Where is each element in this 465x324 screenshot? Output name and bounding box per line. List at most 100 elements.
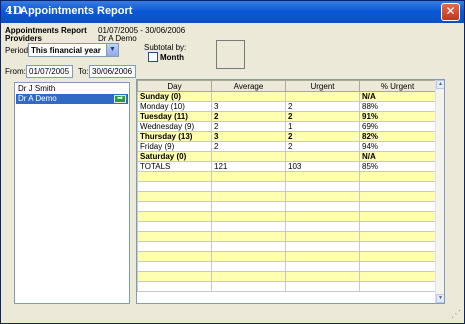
- resize-grip-icon[interactable]: ⋰: [451, 310, 461, 320]
- report-window: 4D Appointments Report ✕ Appointments Re…: [0, 0, 465, 324]
- table-row[interactable]: Wednesday (9) 2 1 69%: [137, 121, 436, 132]
- table-cell: 103: [285, 161, 360, 172]
- table-cell: 2: [285, 111, 360, 122]
- table-cell: [359, 171, 436, 182]
- table-cell: [137, 191, 212, 202]
- table-cell: 85%: [359, 161, 436, 172]
- scroll-up-icon[interactable]: ▲: [436, 80, 444, 89]
- empty-table-row[interactable]: [137, 271, 436, 282]
- table-cell: [359, 241, 436, 252]
- table-row[interactable]: Saturday (0) N/A: [137, 151, 436, 162]
- table-cell: 82%: [359, 131, 436, 142]
- provider-list[interactable]: Dr J Smith Dr A Demo ➡: [14, 82, 130, 304]
- empty-table-row[interactable]: [137, 231, 436, 242]
- table-cell: [211, 251, 286, 262]
- table-cell: Tuesday (11): [137, 111, 212, 122]
- provider-name: Dr J Smith: [18, 84, 56, 93]
- title-bar[interactable]: 4D Appointments Report ✕: [1, 1, 464, 23]
- app-logo-icon: 4D: [5, 4, 23, 17]
- subtotal-label: Subtotal by:: [144, 43, 187, 52]
- table-cell: [359, 211, 436, 222]
- table-cell: [285, 151, 360, 162]
- close-button[interactable]: ✕: [441, 3, 460, 21]
- provider-item-selected[interactable]: Dr A Demo ➡: [16, 94, 128, 104]
- table-cell: 2: [285, 101, 360, 112]
- table-cell: [211, 201, 286, 212]
- table-cell: [137, 211, 212, 222]
- table-cell: [211, 171, 286, 182]
- table-cell: 2: [211, 141, 286, 152]
- preview-box: [216, 40, 245, 69]
- month-checkbox[interactable]: [148, 52, 158, 62]
- table-cell: [359, 201, 436, 212]
- period-select[interactable]: This financial year ▼: [28, 43, 119, 57]
- table-row[interactable]: Thursday (13) 3 2 82%: [137, 131, 436, 142]
- providers-label: Providers: [5, 34, 42, 43]
- table-cell: [359, 231, 436, 242]
- table-row[interactable]: Tuesday (11) 2 2 91%: [137, 111, 436, 122]
- table-cell: [285, 211, 360, 222]
- month-checkbox-label: Month: [160, 53, 184, 62]
- results-grid[interactable]: Day Average Urgent % Urgent Sunday (0) N/…: [136, 79, 445, 304]
- empty-table-row[interactable]: [137, 281, 436, 292]
- table-row[interactable]: TOTALS 121 103 85%: [137, 161, 436, 172]
- table-cell: 2: [285, 131, 360, 142]
- table-cell: [137, 231, 212, 242]
- table-cell: 2: [211, 121, 286, 132]
- table-cell: 94%: [359, 141, 436, 152]
- table-cell: 3: [211, 101, 286, 112]
- table-row[interactable]: Sunday (0) N/A: [137, 91, 436, 102]
- table-cell: [359, 281, 436, 292]
- empty-table-row[interactable]: [137, 261, 436, 272]
- table-cell: [137, 251, 212, 262]
- column-header-day[interactable]: Day: [137, 80, 212, 92]
- from-label: From:: [5, 67, 26, 76]
- table-cell: Sunday (0): [137, 91, 212, 102]
- table-row[interactable]: Friday (9) 2 2 94%: [137, 141, 436, 152]
- table-cell: N/A: [359, 151, 436, 162]
- table-cell: [211, 191, 286, 202]
- arrow-right-icon[interactable]: ➡: [114, 95, 126, 103]
- table-cell: [211, 151, 286, 162]
- empty-table-row[interactable]: [137, 171, 436, 182]
- table-cell: [211, 281, 286, 292]
- table-row[interactable]: Monday (10) 3 2 88%: [137, 101, 436, 112]
- column-header-average[interactable]: Average: [211, 80, 286, 92]
- chevron-down-icon[interactable]: ▼: [106, 44, 118, 56]
- provider-item[interactable]: Dr J Smith: [16, 84, 128, 94]
- table-cell: [211, 261, 286, 272]
- empty-table-row[interactable]: [137, 191, 436, 202]
- empty-table-row[interactable]: [137, 251, 436, 262]
- vertical-scrollbar[interactable]: ▲ ▼: [435, 80, 444, 303]
- table-cell: [137, 181, 212, 192]
- table-cell: [137, 281, 212, 292]
- table-cell: 1: [285, 121, 360, 132]
- table-cell: [211, 181, 286, 192]
- table-cell: [137, 201, 212, 212]
- scroll-down-icon[interactable]: ▼: [436, 294, 444, 303]
- table-cell: Wednesday (9): [137, 121, 212, 132]
- table-cell: 3: [211, 131, 286, 142]
- table-cell: [285, 261, 360, 272]
- table-cell: [285, 231, 360, 242]
- table-cell: [359, 221, 436, 232]
- empty-table-row[interactable]: [137, 181, 436, 192]
- empty-table-row[interactable]: [137, 201, 436, 212]
- table-cell: [211, 271, 286, 282]
- to-date-field[interactable]: 30/06/2006: [89, 65, 136, 78]
- table-cell: [137, 271, 212, 282]
- period-label: Period:: [5, 46, 31, 55]
- results-table: Day Average Urgent % Urgent Sunday (0) N/…: [137, 80, 436, 292]
- empty-table-row[interactable]: [137, 211, 436, 222]
- table-cell: [285, 191, 360, 202]
- column-header-percent-urgent[interactable]: % Urgent: [359, 80, 436, 92]
- table-cell: [285, 281, 360, 292]
- table-cell: [211, 231, 286, 242]
- table-cell: [137, 241, 212, 252]
- table-cell: TOTALS: [137, 161, 212, 172]
- table-cell: [211, 91, 286, 102]
- empty-table-row[interactable]: [137, 221, 436, 232]
- empty-table-row[interactable]: [137, 241, 436, 252]
- column-header-urgent[interactable]: Urgent: [285, 80, 360, 92]
- from-date-field[interactable]: 01/07/2005: [26, 65, 73, 78]
